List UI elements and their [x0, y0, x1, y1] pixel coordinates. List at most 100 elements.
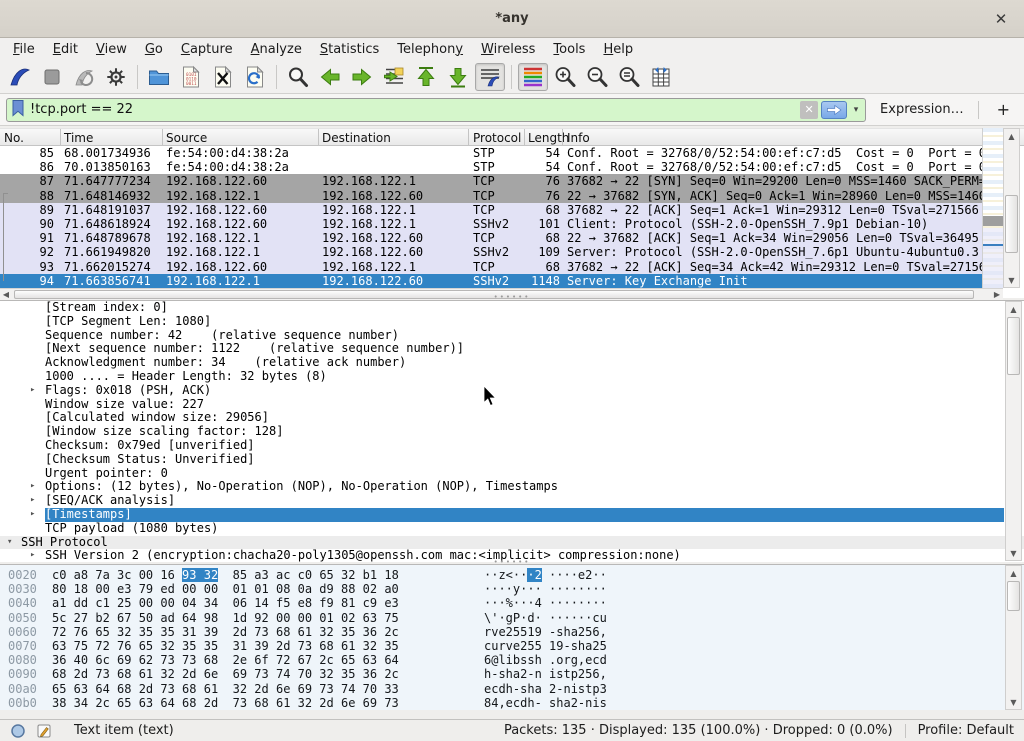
column-separator[interactable] [524, 129, 525, 147]
resize-columns-icon[interactable] [646, 63, 676, 91]
menu-go[interactable]: Go [136, 40, 172, 59]
detail-row[interactable]: Checksum: 0x79ed [unverified] [0, 439, 1024, 453]
hex-row-0040[interactable]: 0040a1 dd c1 25 00 00 04 34 06 14 f5 e8 … [0, 596, 1024, 610]
scroll-down-icon[interactable]: ▼ [1004, 273, 1019, 287]
hex-row-0020[interactable]: 0020c0 a8 7a 3c 00 16 93 32 85 a3 ac c0 … [0, 568, 1024, 582]
hex-row-0060[interactable]: 006072 76 65 32 35 35 31 39 2d 73 68 61 … [0, 625, 1024, 639]
scroll-down-icon[interactable]: ▼ [1006, 695, 1021, 709]
packet-row-87[interactable]: 8771.647777234192.168.122.60192.168.122.… [0, 174, 982, 188]
scrollbar-thumb[interactable] [1005, 195, 1018, 253]
scroll-down-icon[interactable]: ▼ [1006, 546, 1021, 560]
detail-row[interactable]: TCP payload (1080 bytes) [0, 522, 1024, 536]
packet-row-93[interactable]: 9371.662015274192.168.122.60192.168.122.… [0, 260, 982, 274]
close-icon[interactable]: ✕ [990, 8, 1012, 30]
detail-row[interactable]: [Stream index: 0] [0, 301, 1024, 315]
capture-options-icon[interactable] [101, 63, 131, 91]
auto-scroll-icon[interactable] [475, 63, 505, 91]
collapsed-arrow-icon[interactable]: ▸ [30, 480, 35, 494]
close-file-icon[interactable] [208, 63, 238, 91]
capture-comment-icon[interactable] [36, 723, 52, 739]
filter-dropdown-icon[interactable]: ▾ [849, 101, 863, 119]
collapsed-arrow-icon[interactable]: ▸ [30, 384, 35, 398]
pane-splitter[interactable]: •••••• [0, 295, 1024, 299]
go-last-packet-icon[interactable] [443, 63, 473, 91]
column-separator[interactable] [562, 129, 563, 147]
menu-telephony[interactable]: Telephony [388, 40, 472, 59]
scroll-up-icon[interactable]: ▲ [1006, 566, 1021, 580]
zoom-in-icon[interactable] [550, 63, 580, 91]
column-header-source[interactable]: Source [166, 131, 207, 145]
profile-text[interactable]: Profile: Default [918, 723, 1014, 738]
detail-row[interactable]: [Next sequence number: 1122 (relative se… [0, 342, 1024, 356]
column-separator[interactable] [468, 129, 469, 147]
hex-row-00a0[interactable]: 00a065 63 64 68 2d 73 68 61 32 2d 6e 69 … [0, 682, 1024, 696]
packet-list-header[interactable]: No.TimeSourceDestinationProtocolLengthIn… [0, 128, 1024, 146]
scroll-up-icon[interactable]: ▲ [1006, 302, 1021, 316]
add-filter-button[interactable]: + [989, 100, 1018, 119]
hex-row-0030[interactable]: 003080 18 00 e3 79 ed 00 00 01 01 08 0a … [0, 582, 1024, 596]
hex-vscrollbar[interactable]: ▲ ▼ [1005, 565, 1022, 710]
colorize-icon[interactable] [518, 63, 548, 91]
open-file-icon[interactable] [144, 63, 174, 91]
packet-row-86[interactable]: 8670.013850163fe:54:00:d4:38:2aSTP54Conf… [0, 160, 982, 174]
menu-wireless[interactable]: Wireless [472, 40, 544, 59]
detail-row[interactable]: ▸[Timestamps] [0, 508, 1024, 522]
detail-row[interactable]: ▸[SEQ/ACK analysis] [0, 494, 1024, 508]
detail-row[interactable]: [TCP Segment Len: 1080] [0, 315, 1024, 329]
packet-row-89[interactable]: 8971.648191037192.168.122.60192.168.122.… [0, 203, 982, 217]
scroll-up-icon[interactable]: ▲ [1004, 129, 1019, 143]
menu-analyze[interactable]: Analyze [242, 40, 311, 59]
expression-button[interactable]: Expression… [880, 102, 964, 117]
packet-row-88[interactable]: 8871.648146932192.168.122.1192.168.122.6… [0, 189, 982, 203]
detail-row[interactable]: [Calculated window size: 29056] [0, 411, 1024, 425]
filter-bookmark-icon[interactable] [10, 99, 26, 121]
packet-row-85[interactable]: 8568.001734936fe:54:00:d4:38:2aSTP54Conf… [0, 146, 982, 160]
column-header-protocol[interactable]: Protocol [473, 131, 521, 145]
detail-row[interactable]: ▸Options: (12 bytes), No-Operation (NOP)… [0, 480, 1024, 494]
go-first-packet-icon[interactable] [411, 63, 441, 91]
menu-file[interactable]: File [4, 40, 44, 59]
column-header-time[interactable]: Time [64, 131, 93, 145]
packet-row-90[interactable]: 9071.648618924192.168.122.60192.168.122.… [0, 217, 982, 231]
zoom-out-icon[interactable] [582, 63, 612, 91]
go-to-packet-icon[interactable] [379, 63, 409, 91]
detail-row[interactable]: ▾SSH Protocol [0, 536, 1024, 550]
find-packet-icon[interactable] [283, 63, 313, 91]
menu-statistics[interactable]: Statistics [311, 40, 388, 59]
detail-row[interactable]: Window size value: 227 [0, 398, 1024, 412]
column-separator[interactable] [318, 129, 319, 147]
packet-row-94[interactable]: 9471.663856741192.168.122.1192.168.122.6… [0, 274, 982, 288]
save-file-icon[interactable]: 010101100011 [176, 63, 206, 91]
detail-vscrollbar[interactable]: ▲ ▼ [1005, 301, 1022, 561]
collapsed-arrow-icon[interactable]: ▸ [30, 508, 35, 522]
column-header-length[interactable]: Length [528, 131, 569, 145]
menu-view[interactable]: View [87, 40, 136, 59]
detail-row[interactable]: [Checksum Status: Unverified] [0, 453, 1024, 467]
detail-row[interactable]: Acknowledgment number: 34 (relative ack … [0, 356, 1024, 370]
column-header-destination[interactable]: Destination [322, 131, 391, 145]
column-separator[interactable] [60, 129, 61, 147]
column-header-no[interactable]: No. [4, 131, 24, 145]
hex-row-00b0[interactable]: 00b038 34 2c 65 63 64 68 2d 73 68 61 32 … [0, 696, 1024, 710]
menu-capture[interactable]: Capture [172, 40, 242, 59]
menu-help[interactable]: Help [594, 40, 642, 59]
stop-capture-icon[interactable] [37, 63, 67, 91]
detail-row[interactable]: Urgent pointer: 0 [0, 467, 1024, 481]
detail-row[interactable]: Sequence number: 42 (relative sequence n… [0, 329, 1024, 343]
hex-row-0050[interactable]: 00505c 27 b2 67 50 ad 64 98 1d 92 00 00 … [0, 611, 1024, 625]
expert-info-icon[interactable] [10, 723, 26, 739]
zoom-100-icon[interactable] [614, 63, 644, 91]
start-capture-icon[interactable] [5, 63, 35, 91]
reload-file-icon[interactable] [240, 63, 270, 91]
expanded-arrow-icon[interactable]: ▾ [7, 536, 12, 550]
packet-row-91[interactable]: 9171.648789678192.168.122.1192.168.122.6… [0, 231, 982, 245]
intelligent-scrollbar-minimap[interactable] [982, 128, 1003, 298]
go-back-icon[interactable] [315, 63, 345, 91]
detail-row[interactable]: ▸Flags: 0x018 (PSH, ACK) [0, 384, 1024, 398]
menu-tools[interactable]: Tools [544, 40, 594, 59]
scrollbar-thumb[interactable] [1007, 581, 1020, 611]
detail-row[interactable]: [Window size scaling factor: 128] [0, 425, 1024, 439]
column-separator[interactable] [162, 129, 163, 147]
detail-row[interactable]: 1000 .... = Header Length: 32 bytes (8) [0, 370, 1024, 384]
collapsed-arrow-icon[interactable]: ▸ [30, 494, 35, 508]
